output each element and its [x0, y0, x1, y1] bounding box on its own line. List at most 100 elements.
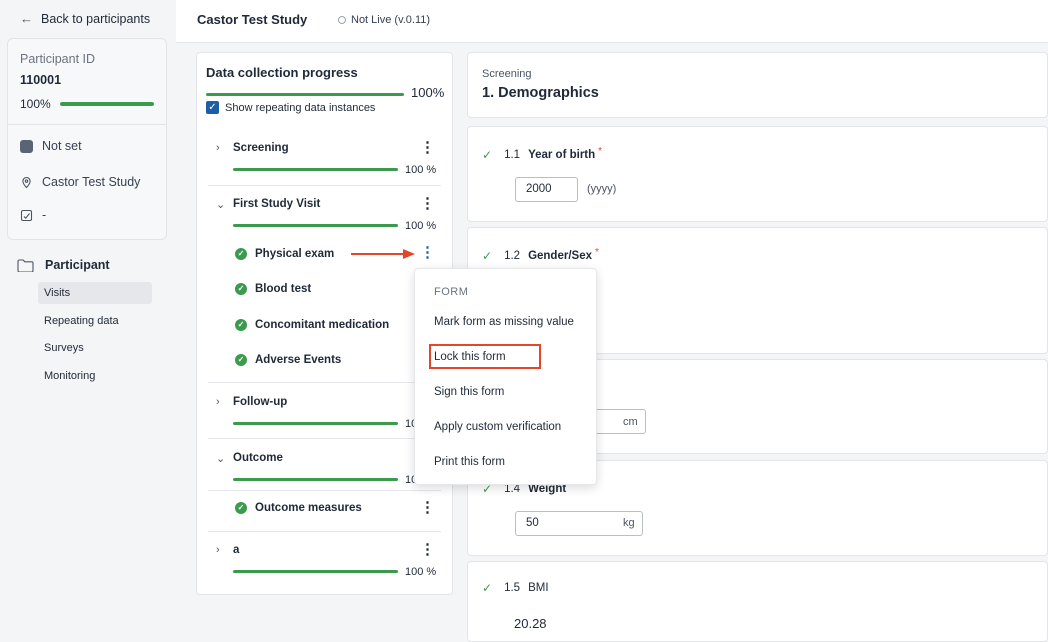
- divider: [8, 124, 166, 125]
- chevron-right-icon[interactable]: ›: [216, 142, 220, 154]
- field-label-row: ✓ 1.2 Gender/Sex *: [482, 247, 599, 264]
- chevron-right-icon[interactable]: ›: [216, 544, 220, 556]
- menu-item-lock-form[interactable]: Lock this form: [434, 351, 506, 363]
- field-card-year-of-birth: ✓ 1.1 Year of birth * 2000 (yyyy): [467, 126, 1048, 222]
- section-progress-bar: [233, 422, 398, 425]
- check-icon: ✓: [482, 148, 493, 162]
- section-screening[interactable]: › Screening ⋮ 100 %: [208, 140, 441, 176]
- study-status-text: Not Live (v.0.11): [351, 14, 431, 26]
- participant-sign-status: -: [42, 208, 47, 222]
- section-pct: 100 %: [405, 566, 437, 578]
- field-label: Year of birth: [528, 149, 596, 161]
- check-circle-icon: ✓: [235, 283, 247, 295]
- form-actions-menu: FORM Mark form as missing value Lock thi…: [414, 268, 597, 485]
- form-name: Blood test: [255, 283, 312, 295]
- form-name: Outcome measures: [255, 502, 362, 514]
- status-circle-icon: [338, 16, 346, 24]
- menu-item-sign-form[interactable]: Sign this form: [434, 386, 504, 398]
- participant-status-row[interactable]: Not set: [20, 139, 82, 153]
- form-item-physical-exam[interactable]: ✓ Physical exam: [235, 248, 334, 260]
- divider: [208, 490, 441, 491]
- participant-progress-fill: [60, 102, 154, 106]
- field-number: 1.1: [504, 149, 521, 161]
- menu-item-mark-missing[interactable]: Mark form as missing value: [434, 316, 574, 328]
- section-pct: 100 %: [405, 164, 437, 176]
- section-progress-bar: [233, 570, 398, 573]
- section-name: Screening: [233, 142, 289, 154]
- divider: [208, 185, 441, 186]
- year-of-birth-input[interactable]: 2000: [515, 177, 578, 202]
- weight-unit: kg: [623, 517, 635, 529]
- participant-id-value: 110001: [20, 73, 62, 87]
- check-circle-icon: ✓: [235, 502, 247, 514]
- signature-icon: [20, 209, 33, 221]
- check-circle-icon: ✓: [235, 354, 247, 366]
- field-hint: (yyyy): [587, 183, 617, 195]
- form-item-concomitant-medication[interactable]: ✓ Concomitant medication: [235, 319, 389, 331]
- field-label: BMI: [528, 582, 549, 594]
- check-icon: ✓: [482, 581, 493, 595]
- show-repeating-label: Show repeating data instances: [225, 101, 376, 114]
- form-name: Concomitant medication: [255, 319, 390, 331]
- sidebar-item-monitoring[interactable]: Monitoring: [38, 365, 152, 387]
- form-name: Physical exam: [255, 248, 335, 260]
- progress-title: Data collection progress: [206, 65, 358, 80]
- menu-item-print-form[interactable]: Print this form: [434, 456, 505, 468]
- left-sidebar: ← Back to participants Participant ID 11…: [0, 0, 176, 642]
- section-name: a: [233, 544, 240, 556]
- arrow-left-icon: ←: [20, 11, 33, 26]
- checkbox-checked-icon[interactable]: ✓: [206, 101, 219, 114]
- bmi-value: 20.28: [514, 616, 547, 631]
- check-icon: ✓: [482, 249, 493, 263]
- field-number: 1.5: [504, 582, 521, 594]
- back-to-participants-link[interactable]: ← Back to participants: [20, 11, 150, 26]
- show-repeating-toggle[interactable]: ✓ Show repeating data instances: [206, 101, 375, 114]
- field-number: 1.2: [504, 250, 521, 262]
- form-item-outcome-measures[interactable]: ✓ Outcome measures: [235, 502, 362, 514]
- section-outcome[interactable]: ⌄ Outcome 100 %: [208, 452, 441, 486]
- section-progress-bar: [233, 478, 398, 481]
- required-asterisk: *: [598, 145, 603, 157]
- form-name: Adverse Events: [255, 354, 342, 366]
- field-label-row: ✓ 1.1 Year of birth *: [482, 145, 603, 163]
- back-label: Back to participants: [41, 11, 151, 26]
- section-progress-bar: [233, 224, 398, 227]
- top-header: Castor Test Study Not Live (v.0.11): [176, 0, 1048, 43]
- participant-section[interactable]: Participant: [17, 258, 110, 272]
- overall-progress-bar: [206, 93, 404, 96]
- red-arrow-annotation: [351, 249, 415, 259]
- more-vertical-icon[interactable]: ⋮: [420, 140, 435, 155]
- chevron-down-icon[interactable]: ⌄: [216, 452, 225, 465]
- section-progress-bar: [233, 168, 398, 171]
- folder-icon: [17, 258, 34, 272]
- section-name: First Study Visit: [233, 198, 321, 210]
- participant-status: Not set: [42, 139, 82, 153]
- divider: [208, 438, 441, 439]
- sidebar-item-visits[interactable]: Visits: [38, 282, 152, 304]
- more-vertical-icon[interactable]: ⋮: [420, 500, 435, 515]
- overall-progress-pct: 100%: [411, 85, 445, 100]
- form-item-blood-test[interactable]: ✓ Blood test: [235, 283, 311, 295]
- study-status: Not Live (v.0.11): [338, 14, 430, 26]
- divider: [208, 531, 441, 532]
- section-pct: 100 %: [405, 220, 437, 232]
- participant-section-label: Participant: [45, 258, 110, 272]
- form-item-adverse-events[interactable]: ✓ Adverse Events: [235, 354, 341, 366]
- chevron-down-icon[interactable]: ⌄: [216, 198, 225, 211]
- menu-item-custom-verification[interactable]: Apply custom verification: [434, 421, 561, 433]
- field-label: Gender/Sex: [528, 250, 592, 262]
- menu-header: FORM: [434, 286, 469, 298]
- location-pin-icon: [22, 176, 31, 188]
- height-unit: cm: [623, 416, 638, 428]
- section-a[interactable]: › a ⋮ 100 %: [208, 542, 441, 578]
- section-first-study-visit[interactable]: ⌄ First Study Visit ⋮ 100 %: [208, 196, 441, 232]
- chevron-right-icon[interactable]: ›: [216, 396, 220, 408]
- sidebar-item-repeating-data[interactable]: Repeating data: [38, 310, 152, 332]
- more-vertical-icon[interactable]: ⋮: [420, 542, 435, 557]
- sidebar-item-surveys[interactable]: Surveys: [38, 337, 152, 359]
- height-input[interactable]: [593, 409, 646, 434]
- section-name: Outcome: [233, 452, 283, 464]
- section-follow-up[interactable]: › Follow-up 100 %: [208, 396, 441, 430]
- more-vertical-icon[interactable]: ⋮: [420, 245, 435, 260]
- more-vertical-icon[interactable]: ⋮: [420, 196, 435, 211]
